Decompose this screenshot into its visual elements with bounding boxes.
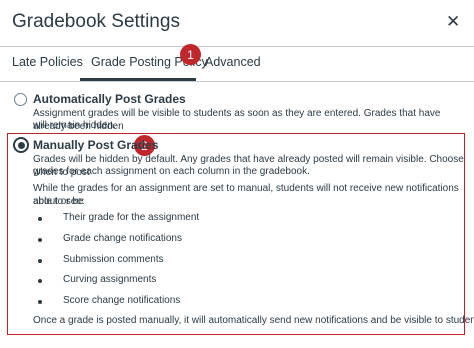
auto-post-description-line2: will remain hidden. bbox=[33, 120, 116, 131]
radio-selected-dot bbox=[17, 141, 25, 149]
bullet-dot bbox=[38, 279, 42, 283]
tabs-divider bbox=[0, 81, 474, 82]
bullet-item-grade: Their grade for the assignment bbox=[63, 212, 200, 223]
auto-post-radio[interactable] bbox=[14, 93, 27, 106]
tab-late-policies[interactable]: Late Policies bbox=[12, 55, 83, 69]
callout-badge-1: 1 bbox=[180, 44, 201, 65]
manual-post-note-line1: While the grades for an assignment are s… bbox=[33, 183, 459, 207]
manual-post-label[interactable]: Manually Post Grades bbox=[33, 138, 158, 152]
manual-post-radio[interactable] bbox=[13, 137, 29, 153]
bullet-item-curving: Curving assignments bbox=[63, 274, 157, 285]
bullet-dot bbox=[38, 300, 42, 304]
close-icon[interactable]: ✕ bbox=[446, 12, 460, 32]
dialog-title: Gradebook Settings bbox=[12, 11, 180, 32]
bullet-dot bbox=[38, 259, 42, 263]
bullet-item-grade-change: Grade change notifications bbox=[63, 233, 182, 244]
bullet-dot bbox=[38, 217, 42, 221]
bullet-item-comments: Submission comments bbox=[63, 254, 164, 265]
manual-post-note-line2: able to see: bbox=[33, 196, 85, 207]
tab-advanced[interactable]: Advanced bbox=[205, 55, 261, 69]
dialog-header: Gradebook Settings ✕ bbox=[0, 0, 474, 46]
manual-post-description-line2: grades for each assignment on each colum… bbox=[33, 166, 310, 177]
manual-post-footer: Once a grade is posted manually, it will… bbox=[33, 315, 474, 326]
bullet-dot bbox=[38, 238, 42, 242]
bullet-item-score-change: Score change notifications bbox=[63, 295, 181, 306]
header-divider bbox=[0, 46, 474, 47]
auto-post-label[interactable]: Automatically Post Grades bbox=[33, 92, 186, 106]
